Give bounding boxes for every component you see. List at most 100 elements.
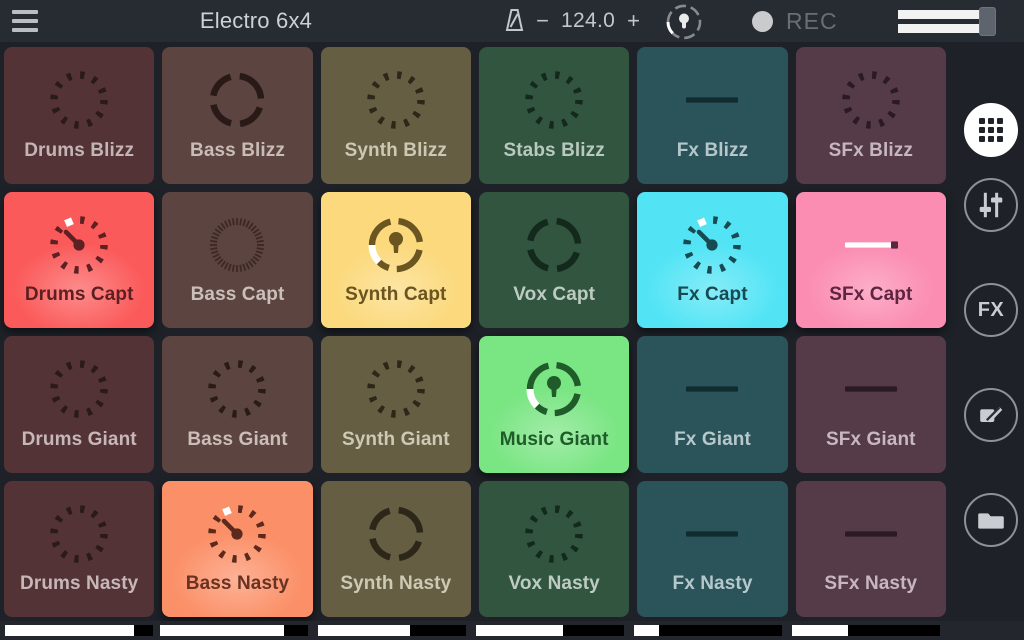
master-knob-icon[interactable] xyxy=(662,4,706,40)
pad-label: SFx Nasty xyxy=(824,573,918,594)
pad-label: Fx Capt xyxy=(677,284,748,305)
pad-sfx-blizz[interactable]: SFx Blizz xyxy=(795,47,946,184)
dotted-circle-icon xyxy=(360,64,432,136)
pad-fx-nasty[interactable]: Fx Nasty xyxy=(637,480,788,617)
progress-fill xyxy=(160,625,285,636)
pad-synth-capt[interactable]: Synth Capt xyxy=(320,191,471,328)
app-root: Electro 6x4 − 124.0 + REC Drums Blizz Ba… xyxy=(0,0,1024,640)
pad-cell: Fx Nasty xyxy=(633,477,791,622)
pad-sfx-nasty[interactable]: SFx Nasty xyxy=(795,480,946,617)
mixer-faders-icon xyxy=(975,189,1007,221)
mixer-button[interactable] xyxy=(964,178,1018,232)
dashed-ring-icon xyxy=(360,498,432,570)
pad-stabs-blizz[interactable]: Stabs Blizz xyxy=(478,47,630,184)
progress-bar-4[interactable] xyxy=(476,625,624,636)
record-label: REC xyxy=(786,7,838,34)
grid-dot xyxy=(988,136,994,142)
pad-fx-blizz[interactable]: Fx Blizz xyxy=(637,47,788,184)
pad-synth-giant[interactable]: Synth Giant xyxy=(320,336,471,473)
volume-slider-icon[interactable] xyxy=(898,7,996,36)
pad-synth-nasty[interactable]: Synth Nasty xyxy=(320,480,471,617)
tempo-decrease-button[interactable]: − xyxy=(535,10,550,32)
pad-cell: Vox Nasty xyxy=(475,477,633,622)
dotted-circle-icon xyxy=(360,353,432,425)
pad-label: Synth Giant xyxy=(341,428,450,450)
pad-sfx-capt[interactable]: SFx Capt xyxy=(795,191,946,328)
pad-vox-capt[interactable]: Vox Capt xyxy=(478,191,630,328)
dotted-circle-icon xyxy=(835,64,907,136)
dotted-circle-icon xyxy=(518,498,590,570)
pad-drums-blizz[interactable]: Drums Blizz xyxy=(4,47,155,184)
pad-label: Vox Nasty xyxy=(508,573,600,594)
pencil-edit-icon xyxy=(975,399,1007,431)
pad-cell: Music Giant xyxy=(475,332,633,477)
slider-line-icon xyxy=(835,498,907,570)
pad-vox-nasty[interactable]: Vox Nasty xyxy=(478,480,630,617)
gauge-needle-icon xyxy=(43,209,115,281)
grid-dot xyxy=(979,136,985,142)
pad-cell: Fx Capt xyxy=(633,188,791,333)
pad-drums-capt[interactable]: Drums Capt xyxy=(4,191,155,328)
pad-music-giant[interactable]: Music Giant xyxy=(478,336,630,473)
tempo-control: − 124.0 + xyxy=(505,0,641,42)
pad-fx-giant[interactable]: Fx Giant xyxy=(637,336,788,473)
grid-dot xyxy=(979,118,985,124)
pad-drums-giant[interactable]: Drums Giant xyxy=(4,336,155,473)
pad-label: SFx Capt xyxy=(829,284,913,305)
pad-bass-nasty[interactable]: Bass Nasty xyxy=(162,480,313,617)
record-dot-icon[interactable] xyxy=(752,10,773,32)
pad-label: Stabs Blizz xyxy=(503,139,605,161)
tempo-increase-button[interactable]: + xyxy=(626,10,641,32)
pad-cell: SFx Capt xyxy=(792,188,950,333)
progress-bar-1[interactable] xyxy=(5,625,153,636)
pad-cell: Synth Capt xyxy=(317,188,475,333)
tempo-value[interactable]: 124.0 xyxy=(561,9,615,33)
progress-bar-2[interactable] xyxy=(160,625,308,636)
slider-line-icon xyxy=(835,353,907,425)
pad-sfx-giant[interactable]: SFx Giant xyxy=(795,336,946,473)
pad-cell: SFx Giant xyxy=(792,332,950,477)
grid-dot xyxy=(979,127,985,133)
progress-fill xyxy=(792,625,849,636)
pad-label: Music Giant xyxy=(499,428,609,450)
pad-synth-blizz[interactable]: Synth Blizz xyxy=(320,47,471,184)
pad-cell: Bass Giant xyxy=(158,332,316,477)
dotted-circle-icon xyxy=(43,353,115,425)
grid-dot xyxy=(988,118,994,124)
pad-label: Fx Blizz xyxy=(676,139,749,161)
pad-bass-blizz[interactable]: Bass Blizz xyxy=(162,47,313,184)
files-button[interactable] xyxy=(964,493,1018,547)
pad-cell: Stabs Blizz xyxy=(475,43,633,188)
progress-bar-5[interactable] xyxy=(634,625,782,636)
progress-bar-3[interactable] xyxy=(318,625,466,636)
pad-bass-giant[interactable]: Bass Giant xyxy=(162,336,313,473)
pad-cell: Fx Giant xyxy=(633,332,791,477)
gauge-needle-icon xyxy=(676,209,748,281)
pad-label: Synth Nasty xyxy=(340,573,452,594)
pad-cell: Synth Giant xyxy=(317,332,475,477)
dotted-circle-icon xyxy=(43,64,115,136)
volume-knob[interactable] xyxy=(979,7,996,36)
pads-view-button[interactable] xyxy=(964,103,1018,157)
folder-icon xyxy=(975,504,1007,536)
pad-label: Drums Giant xyxy=(21,428,137,450)
pad-label: SFx Giant xyxy=(826,428,916,450)
pad-fx-capt[interactable]: Fx Capt xyxy=(637,191,788,328)
pad-cell: Drums Giant xyxy=(0,332,158,477)
pad-bass-capt[interactable]: Bass Capt xyxy=(162,191,313,328)
slider-line-icon xyxy=(835,209,907,281)
pad-label: Bass Capt xyxy=(190,284,285,305)
record-control[interactable]: REC xyxy=(752,0,838,42)
slider-line-icon xyxy=(676,498,748,570)
edit-button[interactable] xyxy=(964,388,1018,442)
pad-cell: Bass Capt xyxy=(158,188,316,333)
gauge-needle-icon xyxy=(201,498,273,570)
progress-bar-6[interactable] xyxy=(792,625,940,636)
grid-icon xyxy=(979,118,1003,142)
bottom-progress-bar-strip xyxy=(0,621,1024,640)
fx-button[interactable]: FX xyxy=(964,283,1018,337)
pad-cell: Drums Nasty xyxy=(0,477,158,622)
metronome-icon[interactable] xyxy=(505,9,524,33)
top-bar: Electro 6x4 − 124.0 + REC xyxy=(0,0,1024,42)
pad-drums-nasty[interactable]: Drums Nasty xyxy=(4,480,155,617)
